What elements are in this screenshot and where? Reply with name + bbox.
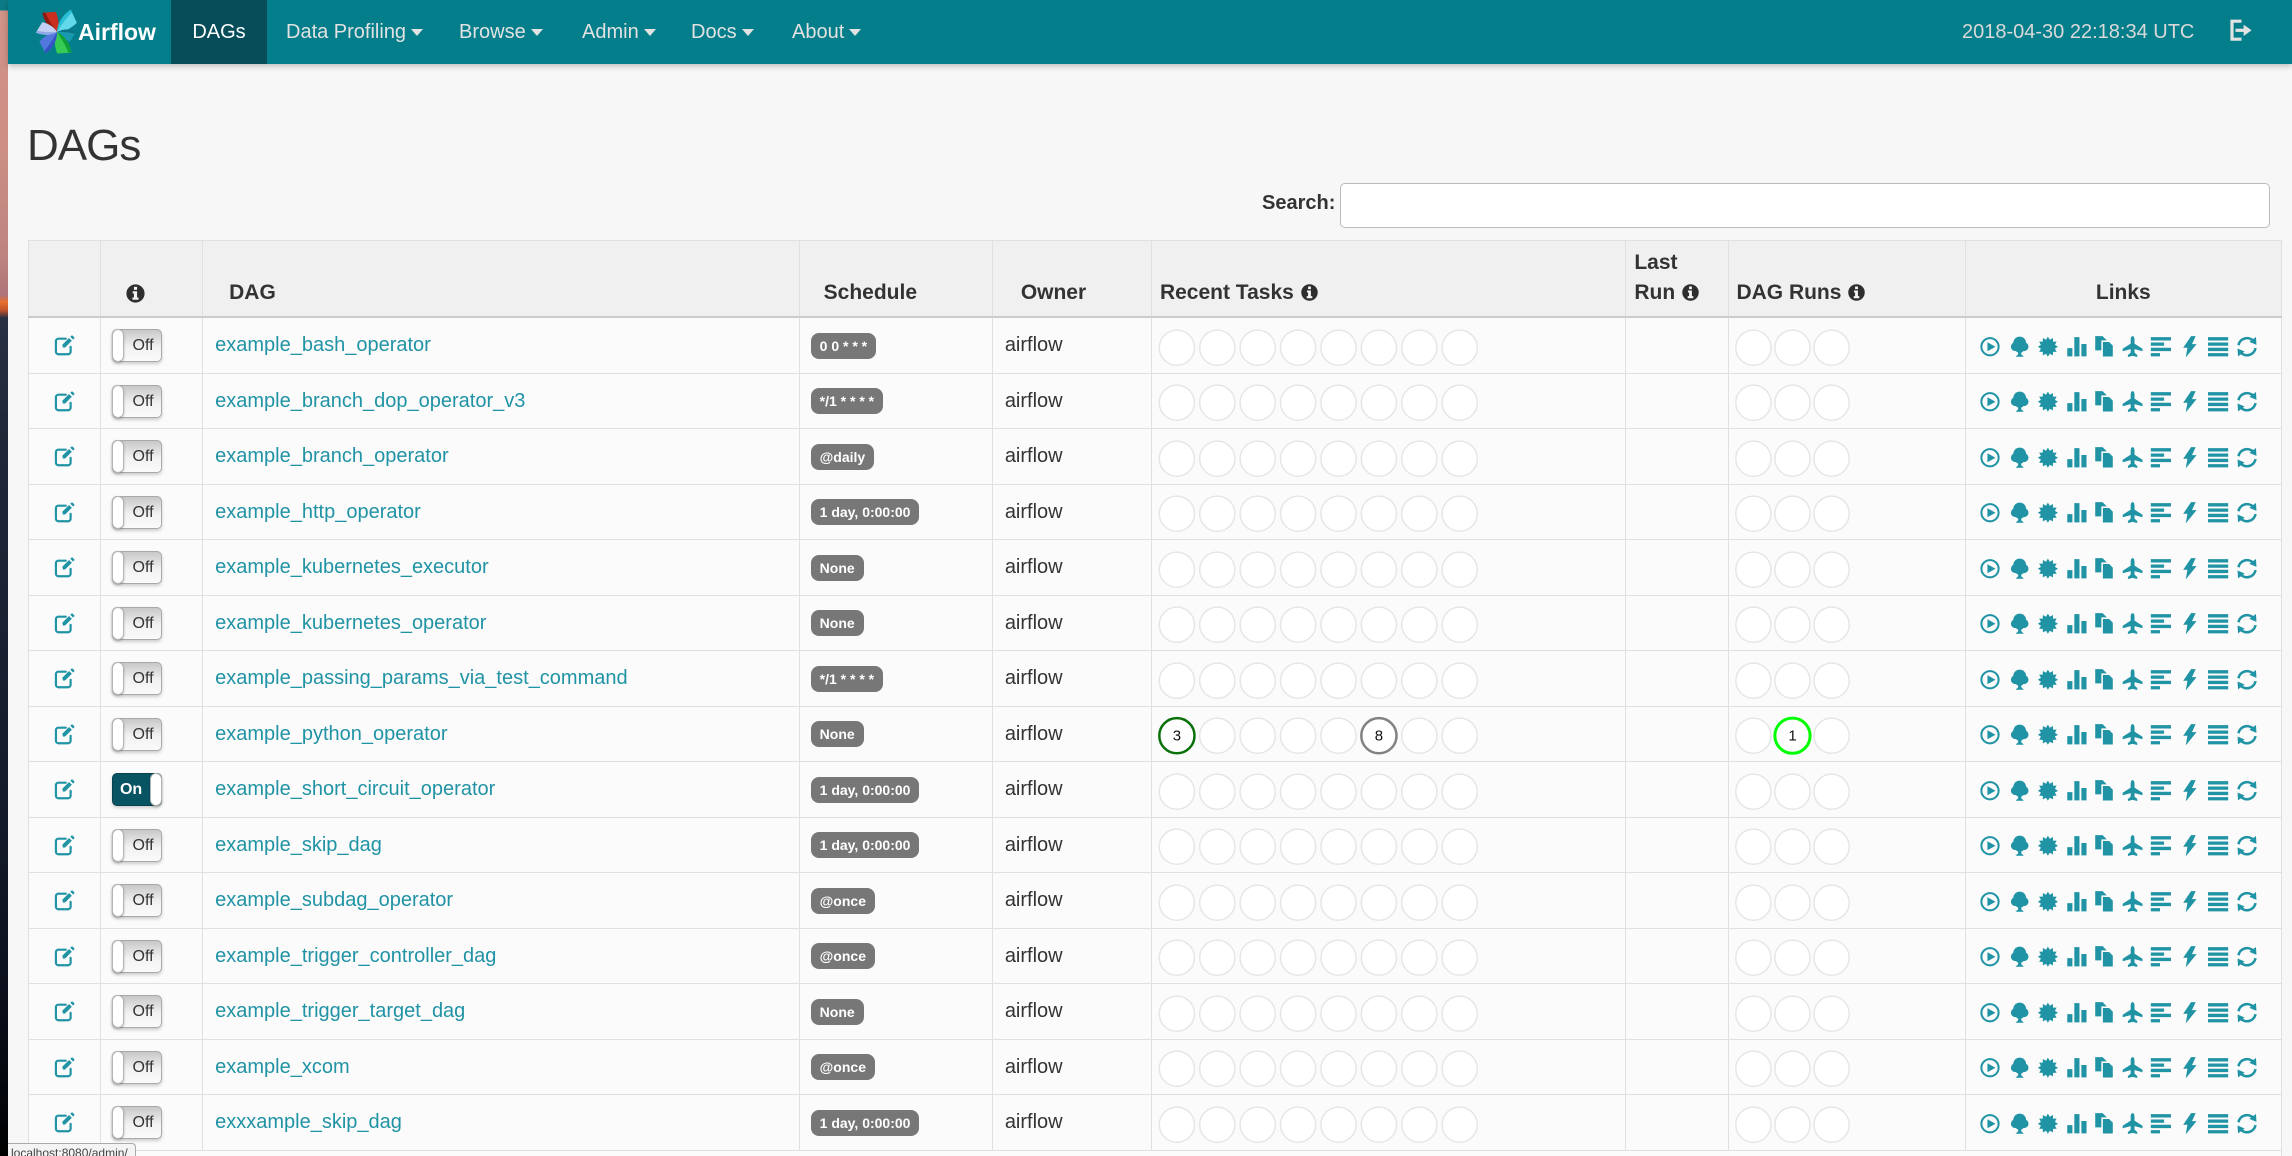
svg-text:8: 8 — [1375, 728, 1383, 745]
svg-text:3: 3 — [1173, 728, 1181, 745]
svg-text:1: 1 — [1789, 728, 1797, 745]
